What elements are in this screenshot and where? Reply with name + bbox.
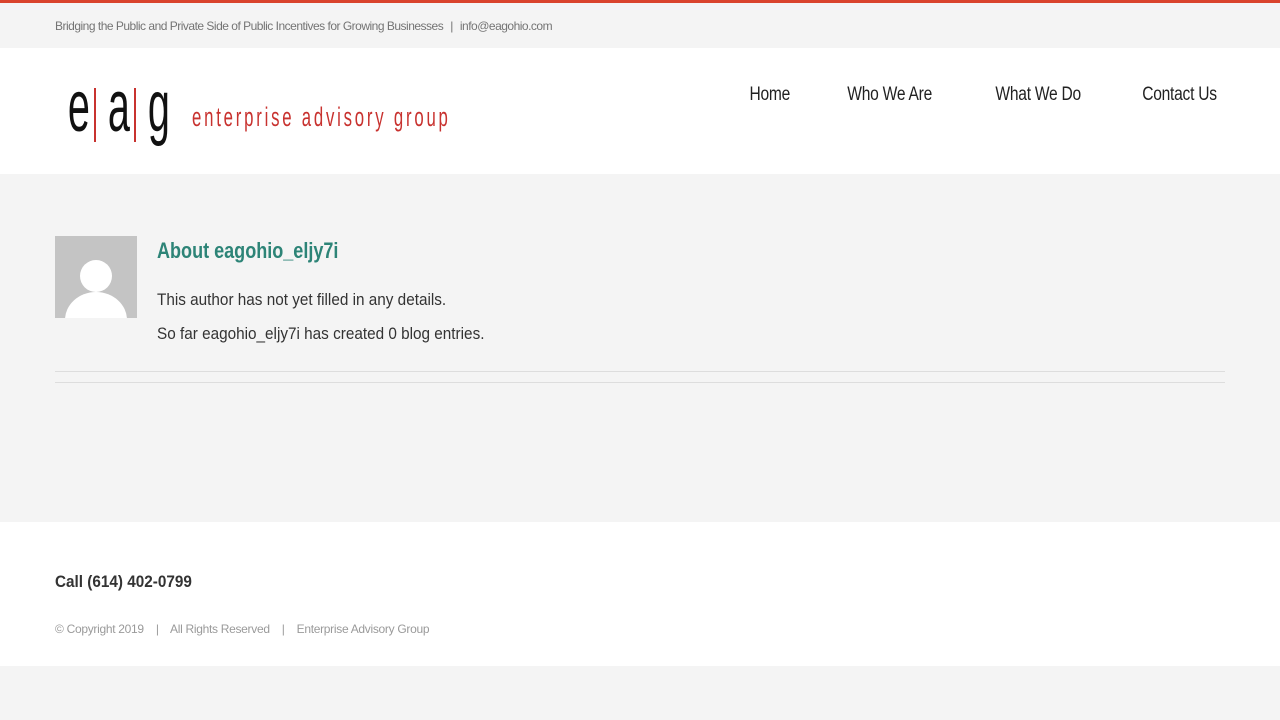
header: e a g enterprise advisory group Home Who… (0, 48, 1280, 174)
user-silhouette-icon (55, 236, 137, 318)
copyright-text: © Copyright 2019 (55, 622, 144, 636)
logo-letter-g: g (147, 67, 170, 147)
tagline: Bridging the Public and Private Side of … (55, 18, 444, 33)
logo-letter-e: e (67, 67, 90, 147)
copyright-line: © Copyright 2019 | All Rights Reserved |… (55, 622, 430, 636)
logo-mark: e a g (62, 71, 170, 152)
main-content: About eagohio_eljy7i This author has not… (0, 174, 1280, 522)
nav-contact-us[interactable]: Contact Us (1142, 84, 1217, 106)
logo-divider (94, 88, 96, 142)
author-avatar (55, 236, 137, 318)
page-bottom (0, 666, 1280, 720)
company-name: Enterprise Advisory Group (296, 622, 430, 636)
top-bar: Bridging the Public and Private Side of … (0, 3, 1280, 48)
email-link[interactable]: info@eagohio.com (460, 19, 553, 33)
topbar-separator: | (450, 18, 453, 33)
logo-divider (134, 88, 136, 142)
copyright-separator: | (281, 622, 285, 636)
divider (55, 382, 1225, 383)
logo-text: enterprise advisory group (192, 101, 451, 132)
author-description: This author has not yet filled in any de… (157, 290, 447, 309)
copyright-separator: | (155, 622, 159, 636)
main-nav: Home Who We Are What We Do Contact Us (745, 84, 1225, 106)
nav-who-we-are[interactable]: Who We Are (848, 84, 933, 106)
nav-what-we-do[interactable]: What We Do (995, 84, 1081, 106)
logo-letter-a: a (107, 67, 130, 147)
site-logo[interactable]: e a g enterprise advisory group (62, 71, 502, 152)
author-heading: About eagohio_eljy7i (157, 238, 339, 263)
rights-text: All Rights Reserved (170, 622, 270, 636)
footer: Call (614) 402-0799 © Copyright 2019 | A… (0, 522, 1280, 666)
call-phone[interactable]: Call (614) 402-0799 (55, 572, 192, 592)
nav-home[interactable]: Home (749, 84, 790, 106)
divider (55, 371, 1225, 372)
author-entries: So far eagohio_eljy7i has created 0 blog… (157, 324, 485, 343)
